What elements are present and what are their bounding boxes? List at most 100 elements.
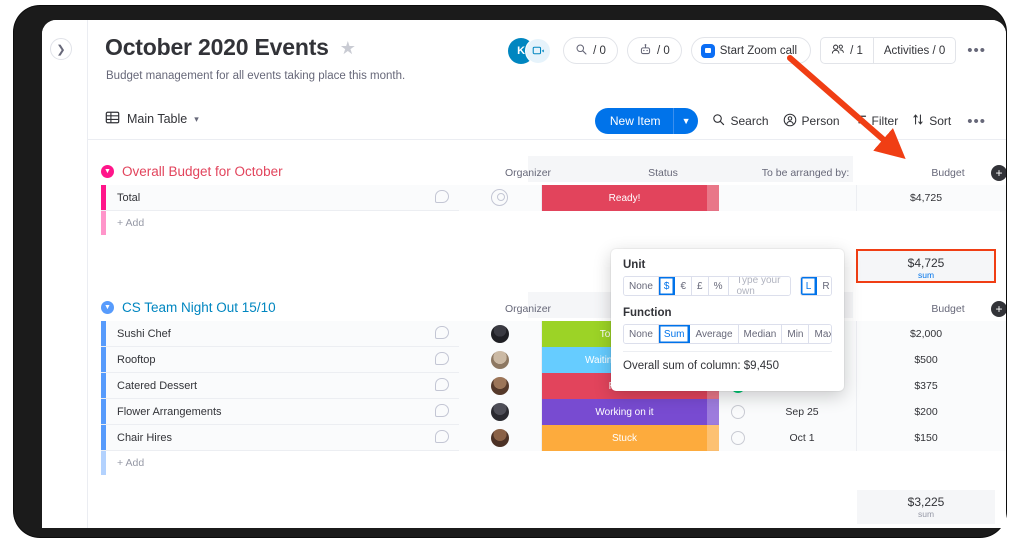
tab-main-table[interactable]: Main Table ▾ [105,110,199,128]
comment-icon[interactable] [435,430,449,443]
comment-icon[interactable] [435,190,449,203]
automations-button[interactable]: / 0 [626,37,682,64]
checkbox-open[interactable] [731,405,745,419]
integrations-button[interactable]: / 0 [563,37,618,64]
status-cell[interactable]: Stuck [542,425,707,451]
column-header-arranged[interactable]: To be arranged by: [733,164,878,182]
group-header-overall-budget[interactable]: ▼ Overall Budget for October [101,164,283,179]
device-frame: ❯ October 2020 Events ★ Budget managemen… [14,6,1006,537]
column-summary-settings-popup[interactable]: Unit None $ € £ % Type your own L R Func… [611,249,844,391]
comment-icon[interactable] [435,326,449,339]
search-button[interactable]: Search [712,113,769,129]
unit-segmented-control[interactable]: None $ € £ % Type your own [623,276,791,296]
collapse-group-icon[interactable]: ▼ [101,301,114,314]
avatar-group[interactable]: K [508,37,554,64]
unit-side-segmented-control[interactable]: L R [799,276,832,296]
avatar[interactable] [491,351,509,369]
status-cell[interactable]: Working on it [542,399,707,425]
cell-budget[interactable]: $375 [857,373,995,399]
group-summary-budget[interactable]: $3,225 sum [857,490,995,524]
table-row[interactable]: Flower Arrangements Working on it Sep 25… [101,399,1006,425]
cell-budget[interactable]: $150 [857,425,995,451]
function-option-max[interactable]: Max [809,325,831,343]
cell-budget[interactable]: $4,725 [857,185,995,211]
board-more-options-icon[interactable]: ••• [965,42,988,59]
avatar[interactable] [491,429,509,447]
function-segmented-control[interactable]: None Sum Average Median Min Max Count [623,324,832,344]
cell-budget[interactable]: $2,000 [857,321,995,347]
row-name[interactable]: Sushi Chef [117,321,171,347]
avatar[interactable] [491,325,509,343]
person-filter-button[interactable]: Person [783,113,840,130]
cell-organizer[interactable] [459,373,542,399]
table-row[interactable]: Chair Hires Stuck Oct 1 $150 [101,425,1006,451]
cell-budget[interactable]: $500 [857,347,995,373]
chevron-down-icon[interactable]: ▾ [194,114,199,125]
date-value[interactable]: Sep 25 [759,399,845,425]
cell-arranged[interactable]: Sep 25 [719,399,857,425]
comment-icon[interactable] [435,352,449,365]
function-option-sum[interactable]: Sum [658,325,691,343]
checkbox-open[interactable] [731,431,745,445]
comment-icon[interactable] [435,378,449,391]
column-header-status[interactable]: Status [568,164,758,182]
cell-organizer[interactable] [459,185,542,211]
unit-option-dollar[interactable]: $ [658,277,676,295]
function-option-median[interactable]: Median [738,325,783,343]
cell-organizer[interactable] [459,425,542,451]
column-header-organizer[interactable]: Organizer [478,300,578,318]
add-person-icon[interactable] [525,37,552,64]
function-option-min[interactable]: Min [782,325,810,343]
unit-option-none[interactable]: None [624,277,659,295]
cell-organizer[interactable] [459,347,542,373]
row-name[interactable]: Flower Arrangements [117,399,222,425]
row-name[interactable]: Catered Dessert [117,373,197,399]
column-header-budget[interactable]: Budget [878,164,1006,182]
unit-custom-input[interactable]: Type your own [728,277,790,295]
add-column-button[interactable]: + [991,165,1006,181]
avatar[interactable] [491,403,509,421]
table-row[interactable]: Total Ready! $4,725 [101,185,1006,211]
unit-option-percent[interactable]: % [708,277,729,295]
status-cell[interactable]: Ready! [542,185,707,211]
collapse-group-icon[interactable]: ▼ [101,165,114,178]
avatar[interactable] [491,377,509,395]
cell-organizer[interactable] [459,321,542,347]
add-item-row[interactable]: + Add [101,211,1006,235]
sidebar-collapse-button[interactable]: ❯ [50,38,72,60]
cell-organizer[interactable] [459,399,542,425]
function-option-none[interactable]: None [624,325,659,343]
sort-button[interactable]: Sort [912,113,951,129]
table-row[interactable]: Sushi Chef To be done $2,000 [101,321,1006,347]
empty-person-icon[interactable] [491,189,508,206]
unit-side-right[interactable]: R [817,277,831,295]
comment-icon[interactable] [435,404,449,417]
add-item-row[interactable]: + Add [101,451,1006,475]
cell-arranged[interactable]: Oct 1 [719,425,857,451]
start-zoom-call-button[interactable]: Start Zoom call [690,37,812,64]
favorite-star-icon[interactable]: ★ [340,39,356,57]
function-option-average[interactable]: Average [690,325,739,343]
table-row[interactable]: Catered Dessert Ready! ✓ Sep 1 $375 [101,373,1006,399]
group-header-cs-team[interactable]: ▼ CS Team Night Out 15/10 [101,300,276,315]
row-name[interactable]: Total [117,185,140,211]
table-row[interactable]: Rooftop Waiting for review $500 [101,347,1006,373]
filter-button[interactable]: Filter [854,113,898,129]
unit-option-euro[interactable]: € [675,277,693,295]
activities-button[interactable]: Activities / 0 [872,38,955,63]
column-header-organizer[interactable]: Organizer [478,164,578,182]
cell-arranged[interactable] [719,185,857,211]
column-header-budget[interactable]: Budget [878,300,1006,318]
date-value[interactable]: Oct 1 [759,425,845,451]
row-name[interactable]: Chair Hires [117,425,172,451]
unit-option-pound[interactable]: £ [692,277,709,295]
new-item-button[interactable]: New Item ▼ [594,108,699,134]
toolbar-more-options-icon[interactable]: ••• [965,113,988,130]
board-members-button[interactable]: / 1 [821,38,873,63]
unit-side-left[interactable]: L [800,277,818,295]
cell-budget[interactable]: $200 [857,399,995,425]
group-summary-budget[interactable]: $4,725 sum [856,249,996,283]
chevron-down-icon[interactable]: ▼ [674,116,699,126]
add-column-button[interactable]: + [991,301,1006,317]
row-name[interactable]: Rooftop [117,347,156,373]
